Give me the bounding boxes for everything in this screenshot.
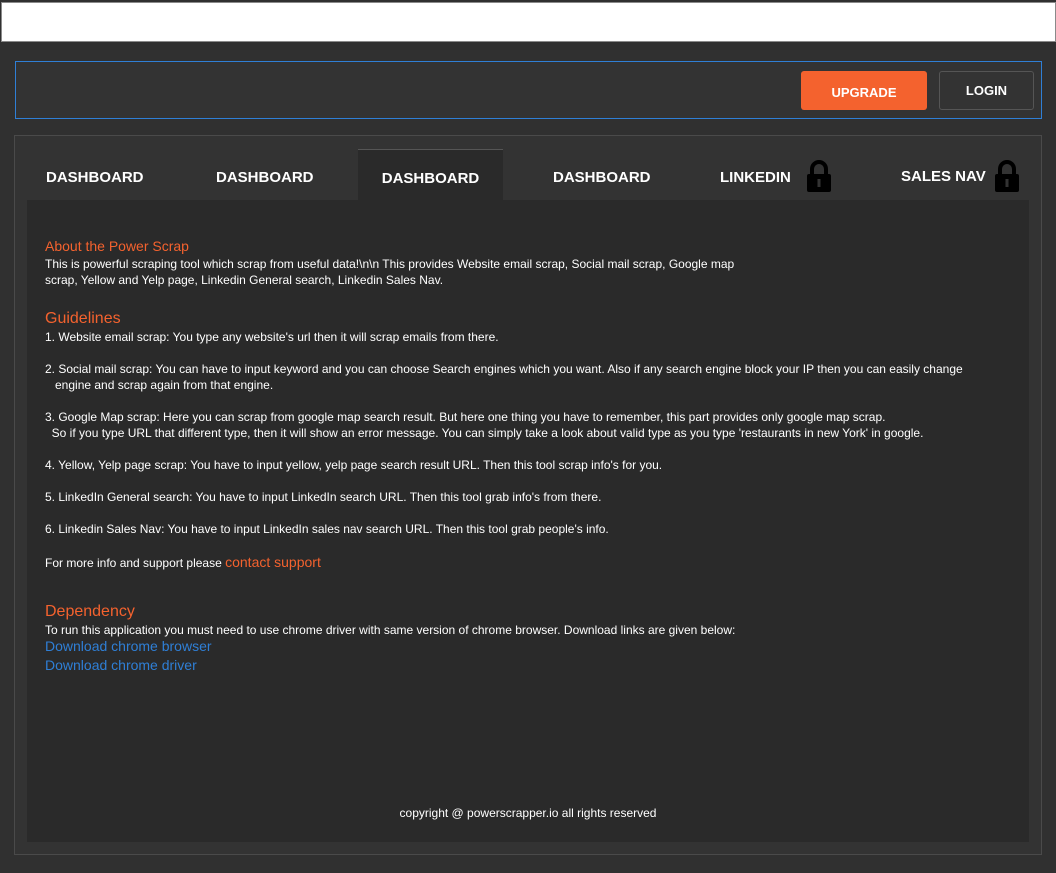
about-text-line: This is powerful scraping tool which scr… bbox=[45, 257, 735, 271]
dependency-text: To run this application you must need to… bbox=[45, 623, 736, 637]
download-chrome-driver-link[interactable]: Download chrome driver bbox=[45, 657, 197, 673]
support-text: For more info and support please contact… bbox=[45, 554, 321, 571]
guideline-item: 1. Website email scrap: You type any web… bbox=[45, 330, 499, 344]
tab-bar: DASHBOARD DASHBOARD DASHBOARD DASHBOARD … bbox=[15, 149, 1041, 200]
download-chrome-browser-link[interactable]: Download chrome browser bbox=[45, 638, 212, 654]
dependency-title: Dependency bbox=[45, 603, 135, 620]
guideline-item: 6. Linkedin Sales Nav: You have to input… bbox=[45, 522, 609, 536]
guideline-item: 4. Yellow, Yelp page scrap: You have to … bbox=[45, 458, 663, 472]
tab-label: DASHBOARD bbox=[553, 169, 651, 186]
tab-label: DASHBOARD bbox=[216, 169, 314, 186]
guideline-item: 3. Google Map scrap: Here you can scrap … bbox=[45, 410, 886, 424]
tab-dashboard-3[interactable]: DASHBOARD bbox=[358, 149, 503, 200]
top-header: UPGRADE LOGIN bbox=[15, 61, 1042, 119]
tab-linkedin[interactable]: LINKEDIN bbox=[720, 149, 860, 200]
guideline-item: 5. LinkedIn General search: You have to … bbox=[45, 490, 602, 504]
main-panel: DASHBOARD DASHBOARD DASHBOARD DASHBOARD … bbox=[14, 135, 1042, 855]
tab-label: DASHBOARD bbox=[46, 169, 144, 186]
tab-label: SALES NAV bbox=[901, 168, 986, 185]
guidelines-title: Guidelines bbox=[45, 310, 121, 327]
tab-dashboard-4[interactable]: DASHBOARD bbox=[553, 149, 693, 200]
about-title: About the Power Scrap bbox=[45, 238, 189, 254]
support-prefix: For more info and support please bbox=[45, 556, 226, 570]
tab-dashboard-2[interactable]: DASHBOARD bbox=[216, 149, 356, 200]
copyright-footer: copyright @ powerscrapper.io all rights … bbox=[399, 806, 657, 820]
tab-label: LINKEDIN bbox=[720, 169, 791, 186]
guideline-item-continued: So if you type URL that different type, … bbox=[45, 426, 924, 440]
dashboard-content: About the Power Scrap This is powerful s… bbox=[27, 200, 1029, 842]
lock-icon bbox=[995, 160, 1019, 192]
tab-dashboard-1[interactable]: DASHBOARD bbox=[46, 149, 186, 200]
about-text-line: scrap, Yellow and Yelp page, Linkedin Ge… bbox=[45, 273, 444, 287]
window-titlebar bbox=[1, 2, 1056, 42]
upgrade-button[interactable]: UPGRADE bbox=[801, 71, 927, 110]
contact-support-link[interactable]: contact support bbox=[225, 554, 321, 570]
tab-label: DASHBOARD bbox=[381, 169, 480, 187]
guideline-item: 2. Social mail scrap: You can have to in… bbox=[45, 362, 963, 376]
lock-icon bbox=[807, 160, 831, 192]
guideline-item-continued: engine and scrap again from that engine. bbox=[45, 378, 274, 392]
login-button[interactable]: LOGIN bbox=[939, 71, 1034, 110]
